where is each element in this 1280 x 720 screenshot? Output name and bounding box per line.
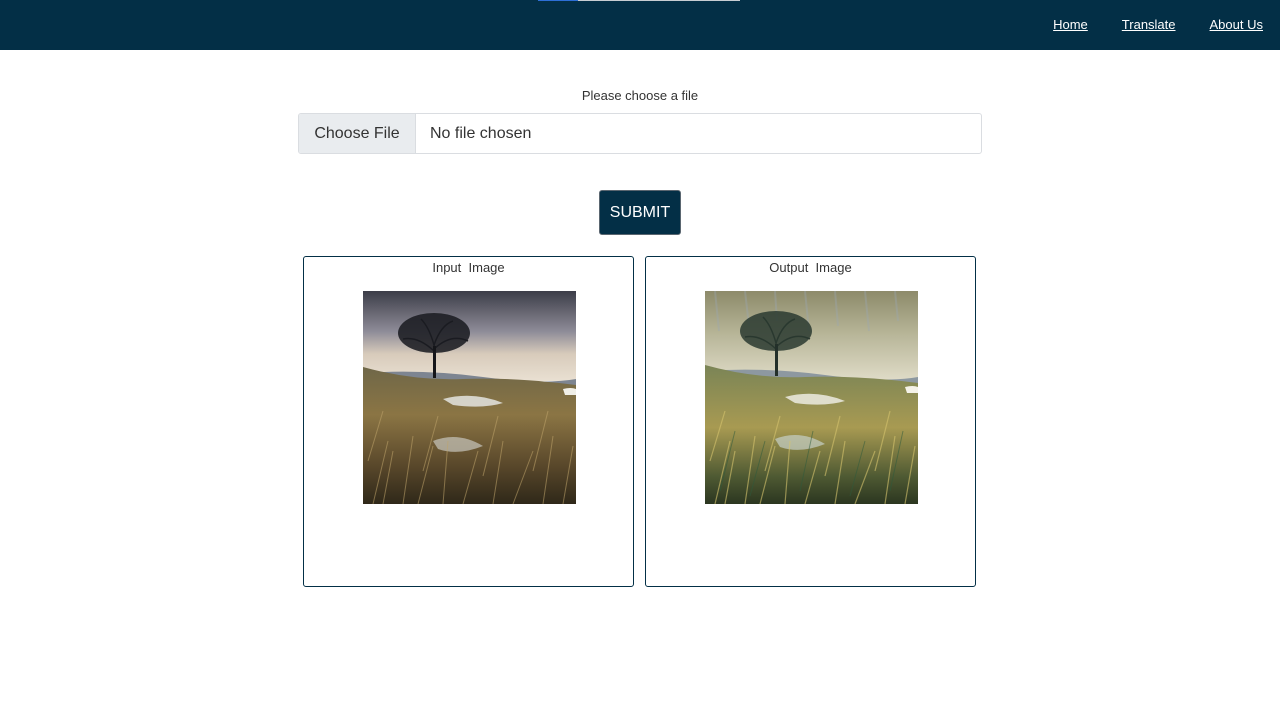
output-image-title: Output Image <box>769 260 852 275</box>
input-image <box>363 291 576 504</box>
nav-link-translate[interactable]: Translate <box>1122 17 1176 33</box>
nav-links: Home Translate About Us <box>1053 17 1263 33</box>
output-image <box>705 291 918 504</box>
top-navbar: Home Translate About Us <box>0 0 1280 50</box>
page-load-progress-bar <box>538 0 740 1</box>
submit-button[interactable]: SUBMIT <box>599 190 681 235</box>
input-image-panel: Input Image <box>303 256 634 587</box>
input-image-title: Input Image <box>432 260 505 275</box>
file-input[interactable]: Choose File No file chosen <box>298 113 982 154</box>
page-load-progress-fill <box>538 0 579 1</box>
nav-link-home[interactable]: Home <box>1053 17 1088 33</box>
file-input-label: Please choose a file <box>581 88 699 103</box>
file-status-text: No file chosen <box>430 124 532 142</box>
nav-link-about-us[interactable]: About Us <box>1210 17 1263 33</box>
choose-file-button[interactable]: Choose File <box>299 114 416 153</box>
output-image-panel: Output Image <box>645 256 976 587</box>
